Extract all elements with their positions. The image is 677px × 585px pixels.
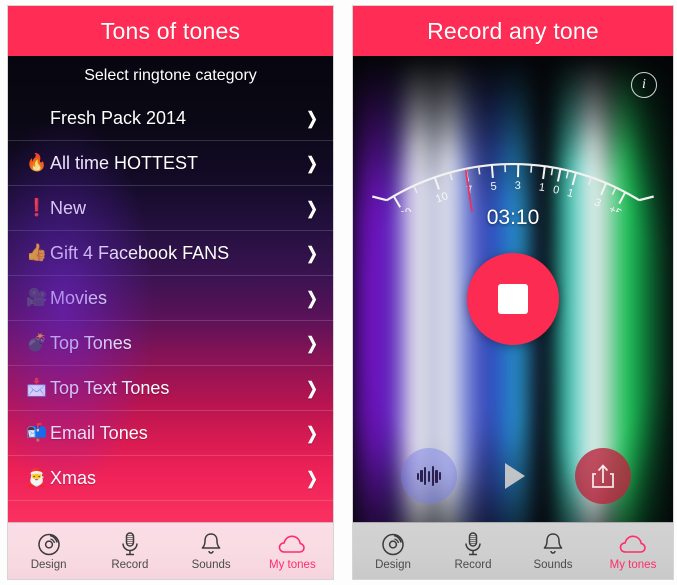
chevron-right-icon: ❯ (306, 243, 318, 263)
chevron-right-icon: ❯ (306, 423, 318, 443)
chevron-right-icon: ❯ (306, 108, 318, 128)
tab-label: My tones (269, 559, 316, 571)
svg-text:1: 1 (566, 187, 575, 200)
chevron-right-icon: ❯ (306, 288, 318, 308)
vinyl-disc-icon (36, 531, 62, 557)
category-emoji-icon: 💣 (26, 332, 48, 353)
category-emoji-icon: 📩 (26, 377, 48, 398)
tab-design[interactable]: Design (8, 523, 89, 579)
category-label: Top Text Tones (50, 377, 170, 398)
info-icon[interactable]: i (631, 72, 657, 98)
chevron-right-icon: ❯ (306, 198, 318, 218)
tab-label: Sounds (191, 559, 231, 571)
recording-timer: 03:10 (486, 206, 540, 229)
right-tabbar: Design Record Sounds My tones (353, 522, 673, 579)
waveform-button[interactable] (401, 448, 457, 504)
tab-label: My tones (609, 559, 657, 571)
chevron-right-icon: ❯ (306, 333, 318, 353)
vu-meter: -20107531013+5 (372, 163, 654, 212)
tab-sounds[interactable]: Sounds (513, 523, 593, 579)
category-label: All time HOTTEST (50, 152, 199, 173)
tab-my-tones[interactable]: My tones (252, 523, 333, 579)
playback-controls (353, 448, 673, 504)
screenshot-root: Tons of tones Select ringtone category F… (0, 0, 677, 585)
cloud-icon (619, 531, 647, 557)
category-emoji-icon: 🎥 (26, 287, 48, 308)
right-navbar: Record any tone (353, 6, 673, 56)
category-list-background: Select ringtone category Fresh Pack 2014… (8, 56, 333, 579)
stop-recording-button[interactable] (467, 253, 559, 345)
category-list-subtitle: Select ringtone category (84, 67, 257, 84)
tab-label: Record (454, 559, 492, 571)
microphone-icon (117, 531, 143, 557)
category-label: New (50, 197, 87, 218)
category-label: Email Tones (50, 422, 148, 443)
tab-design[interactable]: Design (353, 523, 433, 579)
svg-text:0: 0 (552, 184, 560, 197)
waveform-icon (416, 466, 442, 486)
category-emoji-icon: 🎅 (26, 467, 48, 488)
left-phone-screen: Tons of tones Select ringtone category F… (8, 6, 333, 579)
category-label: Movies (50, 287, 108, 308)
svg-text:1: 1 (538, 181, 546, 194)
cloud-icon (278, 531, 306, 557)
category-list-subtitle-row: Select ringtone category (8, 56, 333, 96)
svg-text:5: 5 (490, 181, 497, 193)
tab-sounds[interactable]: Sounds (171, 523, 252, 579)
vinyl-disc-icon (380, 531, 406, 557)
bell-icon (540, 531, 566, 557)
right-phone-screen: Record any tone i -20107531013+5 03:10 (353, 6, 673, 579)
category-label: Gift 4 Facebook FANS (50, 242, 230, 263)
category-row[interactable]: 💣 Top Tones ❯ (8, 320, 333, 365)
category-label: Xmas (50, 467, 97, 488)
category-emoji-icon: 🔥 (26, 152, 48, 173)
left-navbar: Tons of tones (8, 6, 333, 56)
category-row[interactable]: 🎥 Movies ❯ (8, 275, 333, 320)
category-emoji-icon: 📬 (26, 422, 48, 443)
tab-label: Sounds (533, 559, 573, 571)
category-list: Fresh Pack 2014 ❯ 🔥 All time HOTTEST ❯ ❗ New ❯ 👍… (8, 96, 333, 517)
tab-my-tones[interactable]: My tones (593, 523, 673, 579)
chevron-right-icon: ❯ (306, 378, 318, 398)
left-navbar-title: Tons of tones (100, 17, 241, 44)
tab-record[interactable]: Record (433, 523, 513, 579)
chevron-right-icon: ❯ (306, 153, 318, 173)
category-label: Fresh Pack 2014 (50, 107, 187, 128)
svg-text:10: 10 (434, 190, 450, 205)
bell-icon (198, 531, 224, 557)
tab-label: Design (375, 559, 411, 571)
category-emoji-icon: ❗ (26, 197, 48, 218)
category-row[interactable]: Fresh Pack 2014 ❯ (8, 96, 333, 140)
category-row[interactable]: 👍 Gift 4 Facebook FANS ❯ (8, 230, 333, 275)
category-row[interactable]: 🔥 All time HOTTEST ❯ (8, 140, 333, 185)
play-triangle-icon (504, 463, 525, 489)
left-tabbar: Design Record Sounds My tones (8, 522, 333, 579)
category-emoji-icon: 👍 (26, 242, 48, 263)
chevron-right-icon: ❯ (306, 468, 318, 488)
svg-text:3: 3 (515, 180, 521, 192)
tab-label: Record (111, 559, 149, 571)
stop-square-icon (498, 284, 528, 314)
tab-label: Design (30, 559, 67, 571)
recorder-background: i -20107531013+5 03:10 (353, 56, 673, 579)
play-button[interactable] (485, 448, 541, 504)
category-row[interactable]: 📩 Top Text Tones ❯ (8, 365, 333, 410)
category-row[interactable]: ❗ New ❯ (8, 185, 333, 230)
category-row[interactable] (8, 500, 333, 517)
category-label: Top Tones (50, 332, 132, 353)
tab-record[interactable]: Record (89, 523, 170, 579)
share-upload-icon (592, 464, 614, 488)
category-row[interactable]: 📬 Email Tones ❯ (8, 410, 333, 455)
category-row[interactable]: 🎅 Xmas ❯ (8, 455, 333, 500)
microphone-icon (460, 531, 486, 557)
share-button[interactable] (575, 448, 631, 504)
right-navbar-title: Record any tone (427, 17, 599, 44)
